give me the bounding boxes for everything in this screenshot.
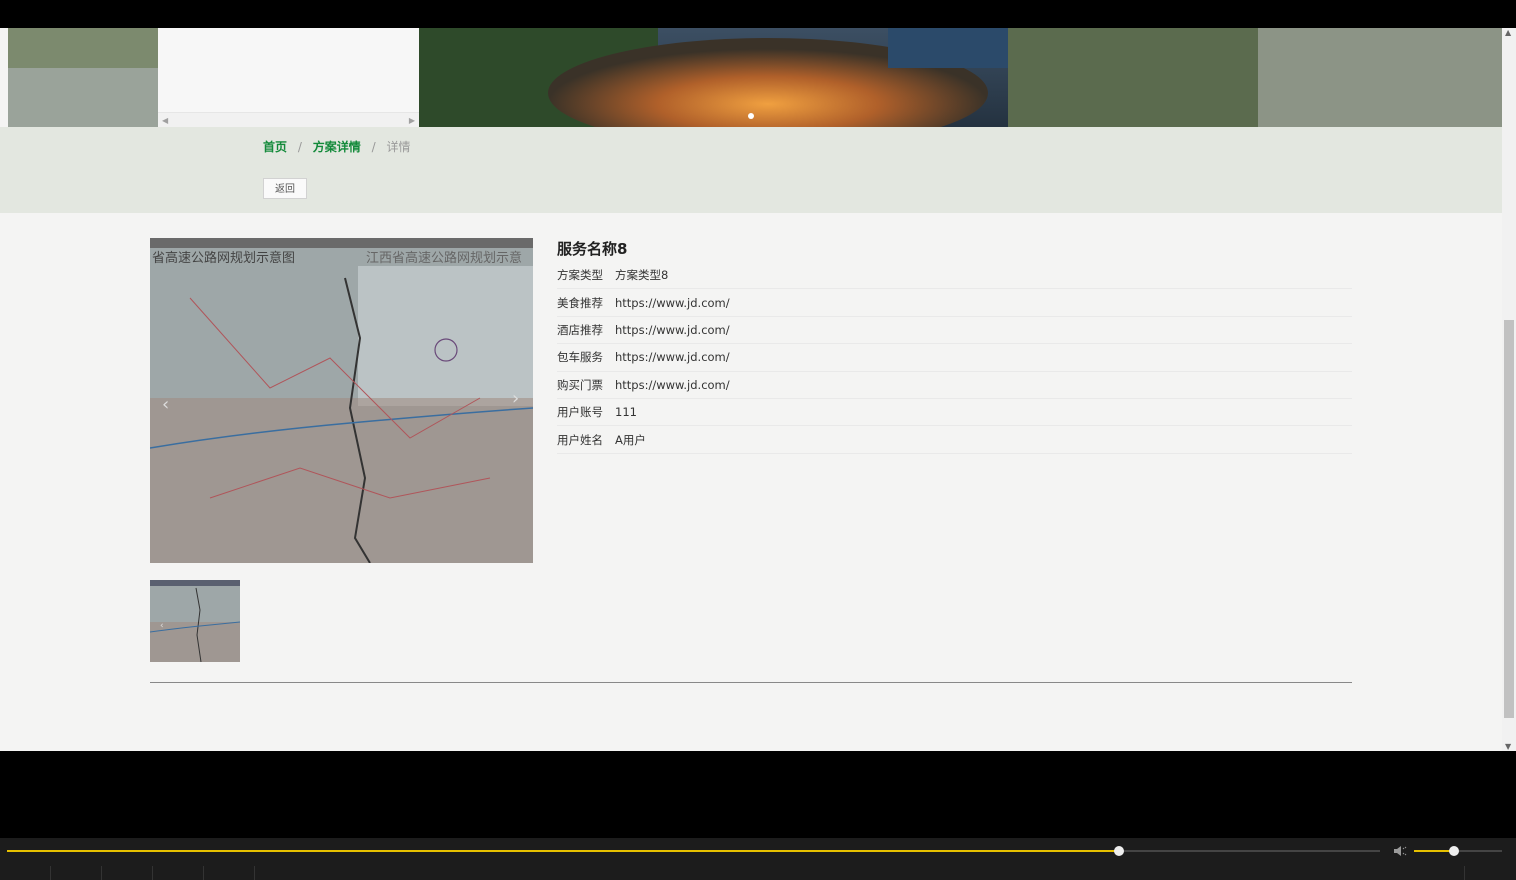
info-value: https://www.jd.com/ [615, 377, 730, 392]
map-caption-left: 省高速公路网规划示意图 [152, 250, 295, 266]
breadcrumb-separator: / [297, 140, 302, 154]
info-label: 包车服务 [557, 350, 603, 365]
info-row-plan-type: 方案类型 方案类型8 [557, 262, 1352, 290]
main-map-image[interactable]: 省高速公路网规划示意图 江西省高速公路网规划示意 ‹ › [150, 238, 533, 563]
volume-fill [1414, 850, 1454, 852]
top-black-bar [0, 0, 1516, 28]
thumbnail-map-photo: ‹ [150, 580, 240, 662]
thumbnail-image[interactable]: ‹ [150, 580, 240, 662]
info-value: 方案类型8 [615, 268, 669, 283]
page-frame: ◀ ▶ 首页 / 方案详情 / 详情 返回 省高速公路网规划示意图 江西省高速公… [0, 28, 1502, 751]
service-title: 服务名称8 [557, 240, 628, 258]
media-player-bar [0, 838, 1516, 880]
service-info: 服务名称8 方案类型 方案类型8 美食推荐 https://www.jd.com… [557, 237, 1352, 454]
info-value: 111 [615, 405, 637, 420]
breadcrumb-section-link[interactable]: 方案详情 [313, 140, 361, 154]
map-caption-right: 江西省高速公路网规划示意 [366, 250, 522, 266]
scroll-left-icon[interactable]: ◀ [162, 116, 168, 125]
volume-icon[interactable] [1392, 843, 1408, 859]
seek-progress-fill [7, 850, 1120, 852]
info-row-food: 美食推荐 https://www.jd.com/ [557, 289, 1352, 317]
info-row-hotel: 酒店推荐 https://www.jd.com/ [557, 317, 1352, 345]
svg-text:‹: ‹ [160, 621, 164, 631]
info-label: 方案类型 [557, 268, 603, 283]
info-row-tickets: 购买门票 https://www.jd.com/ [557, 372, 1352, 399]
breadcrumb-separator: / [371, 140, 376, 154]
carousel-next-icon[interactable]: › [512, 388, 519, 409]
breadcrumb-band: 首页 / 方案详情 / 详情 返回 [0, 127, 1502, 213]
volume-slider[interactable] [1414, 846, 1502, 856]
info-label: 酒店推荐 [557, 322, 603, 337]
info-value: https://www.jd.com/ [615, 322, 730, 337]
scroll-up-icon[interactable]: ▲ [1505, 28, 1511, 37]
scroll-down-icon[interactable]: ▼ [1505, 742, 1511, 751]
player-bottom-strip [0, 866, 1516, 880]
back-button[interactable]: 返回 [263, 178, 307, 199]
content-divider [150, 682, 1352, 683]
breadcrumb-home-link[interactable]: 首页 [263, 140, 287, 154]
info-row-charter: 包车服务 https://www.jd.com/ [557, 344, 1352, 372]
horizontal-scrollbar[interactable]: ◀ ▶ [158, 112, 419, 127]
info-value: A用户 [615, 432, 646, 447]
breadcrumb: 首页 / 方案详情 / 详情 [263, 138, 410, 155]
seek-knob[interactable] [1114, 846, 1125, 856]
info-row-username: 用户姓名 A用户 [557, 426, 1352, 454]
hero-banner: ◀ ▶ [8, 28, 1502, 127]
vertical-scrollbar-thumb[interactable] [1504, 320, 1514, 718]
seek-slider[interactable] [7, 846, 1380, 856]
scroll-right-icon[interactable]: ▶ [409, 116, 415, 125]
carousel-prev-icon[interactable]: ‹ [162, 394, 169, 415]
info-value: https://www.jd.com/ [615, 350, 730, 365]
info-label: 用户姓名 [557, 432, 603, 447]
info-label: 美食推荐 [557, 295, 603, 310]
map-photo: 省高速公路网规划示意图 江西省高速公路网规划示意 ‹ › [150, 238, 533, 563]
info-value: https://www.jd.com/ [615, 295, 730, 310]
info-label: 用户账号 [557, 405, 603, 420]
volume-knob[interactable] [1448, 846, 1459, 856]
breadcrumb-current: 详情 [386, 140, 411, 154]
info-label: 购买门票 [557, 377, 603, 392]
horizontal-scrollbar-panel: ◀ ▶ [158, 28, 419, 127]
vertical-scrollbar[interactable]: ▲ ▼ [1502, 28, 1516, 751]
info-row-account: 用户账号 111 [557, 399, 1352, 427]
